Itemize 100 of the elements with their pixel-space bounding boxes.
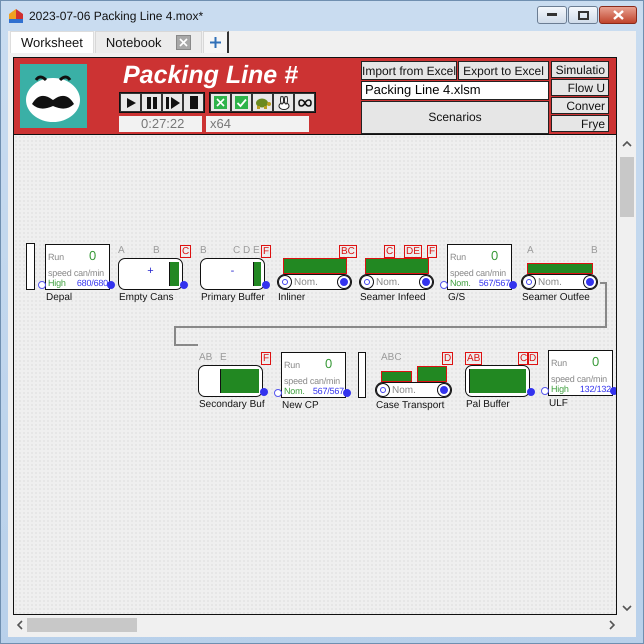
file-field[interactable]: Packing Line 4.xlsm — [361, 81, 549, 100]
count-value: 0 — [592, 354, 599, 369]
machine-panel[interactable]: Run 0 speed can/min Nom. 567/567 — [447, 244, 512, 290]
tag-label: C — [384, 245, 396, 258]
speed-unit-label: speed can/min — [284, 376, 340, 386]
scroll-down-icon[interactable] — [622, 605, 632, 611]
rabbit-button[interactable] — [273, 93, 294, 112]
input-port-icon[interactable] — [274, 389, 282, 397]
buffer-tank[interactable]: - — [200, 258, 265, 290]
conveyor-belt[interactable]: Nom. — [375, 382, 452, 398]
speed-unit-label: speed can/min — [48, 268, 104, 278]
scroll-up-icon[interactable] — [622, 141, 632, 147]
rate-value: 567/567 — [312, 386, 344, 396]
maximize-button[interactable] — [568, 6, 598, 24]
menu-button[interactable]: Simulatio — [551, 61, 609, 78]
conveyor-load — [416, 366, 447, 382]
conveyor-load — [365, 258, 429, 274]
minimize-button[interactable] — [537, 6, 567, 24]
conveyor-belt[interactable]: Nom. — [277, 274, 352, 290]
machine-panel[interactable]: Run 0 speed can/min Nom. 567/567 — [281, 352, 346, 398]
step-button[interactable] — [162, 93, 183, 112]
node-label: ULF — [549, 398, 568, 409]
conveyor-load — [527, 263, 593, 274]
conveyor-belt[interactable]: Nom. — [359, 274, 434, 290]
tab[interactable]: Notebook — [94, 31, 202, 53]
minimize-icon — [547, 13, 557, 17]
rate-value: 132/132 — [580, 384, 611, 394]
tag-label: B — [199, 245, 208, 256]
node-label: Inliner — [278, 292, 306, 303]
output-port-icon[interactable] — [260, 388, 268, 396]
import-button[interactable]: Import from Excel — [361, 61, 458, 80]
stop-button[interactable] — [183, 93, 204, 112]
output-port-icon[interactable] — [509, 281, 517, 289]
close-icon — [612, 10, 624, 20]
menu-button[interactable]: Flow U — [551, 79, 609, 96]
step-icon — [166, 96, 180, 108]
cross-icon — [214, 96, 227, 109]
buffer-tank[interactable] — [198, 365, 263, 397]
roller-icon — [360, 275, 374, 289]
accept-button[interactable] — [231, 93, 252, 112]
conveyor-load — [381, 371, 412, 382]
gate — [358, 352, 366, 398]
output-port-icon[interactable] — [610, 387, 616, 395]
output-port-icon[interactable] — [527, 388, 535, 396]
close-button[interactable] — [599, 6, 637, 24]
export-button[interactable]: Export to Excel — [458, 61, 549, 80]
roller-icon — [278, 275, 292, 289]
tag-label: C — [518, 352, 530, 365]
node-label: G/S — [448, 292, 466, 303]
machine-panel[interactable]: Run 0 speed can/min High 680/680 — [45, 244, 110, 290]
node-label: Secondary Buf — [199, 399, 265, 410]
output-port-icon[interactable] — [180, 281, 188, 289]
count-value: 0 — [88, 248, 96, 263]
roller-icon — [583, 275, 597, 289]
reject-button[interactable] — [210, 93, 231, 112]
turtle-button[interactable] — [252, 93, 273, 112]
roller-icon — [437, 383, 451, 397]
mode-label: Nom. — [450, 278, 471, 288]
output-port-icon[interactable] — [107, 281, 115, 289]
node-label: Seamer Outfee — [522, 292, 590, 303]
mode-label: Nom. — [294, 276, 318, 288]
menu-button[interactable]: Frye — [551, 115, 609, 132]
menu-button[interactable]: Conver — [551, 97, 609, 114]
tag-label: A — [117, 245, 126, 256]
new-tab-button[interactable] — [202, 31, 229, 53]
count-value: 0 — [324, 356, 332, 371]
input-port-icon[interactable] — [38, 281, 46, 289]
conveyor-belt[interactable]: Nom. — [521, 274, 598, 290]
pause-button[interactable] — [141, 93, 162, 112]
tag-label: F — [427, 245, 438, 258]
mode-label: High — [551, 384, 569, 394]
window-title: 2023-07-06 Packing Line 4.mox* — [29, 9, 204, 23]
input-port-icon[interactable] — [440, 281, 448, 289]
speed-unit-label: speed can/min — [551, 374, 607, 384]
close-tab-icon[interactable] — [176, 35, 191, 50]
tag-label: C D E — [232, 245, 261, 256]
input-port-icon[interactable] — [541, 387, 549, 395]
tag-label: AB — [465, 352, 482, 365]
tag-label: E — [219, 352, 228, 363]
roller-icon — [419, 275, 433, 289]
scroll-left-icon[interactable] — [17, 620, 23, 630]
scenarios-button[interactable]: Scenarios — [361, 100, 549, 134]
time-field[interactable]: 0:27:22 — [119, 116, 202, 132]
buffer-tank[interactable]: + — [118, 258, 183, 290]
machine-panel[interactable]: Run 0 speed can/min High 132/132 — [548, 350, 613, 396]
play-button[interactable] — [120, 93, 141, 112]
scroll-right-icon[interactable] — [609, 620, 615, 630]
tab[interactable]: Worksheet — [10, 31, 94, 53]
conveyor-load — [283, 258, 347, 274]
tag-label: B — [152, 245, 161, 256]
node-label: Primary Buffer — [201, 292, 265, 303]
loop-button[interactable] — [294, 93, 315, 112]
status-label: Run — [48, 252, 64, 262]
tag-label: D — [527, 352, 538, 365]
speed-field[interactable]: x64 — [206, 116, 309, 132]
output-port-icon[interactable] — [262, 281, 270, 289]
output-port-icon[interactable] — [343, 389, 351, 397]
scroll-thumb[interactable] — [620, 157, 634, 217]
pause-icon — [146, 96, 158, 108]
scroll-thumb[interactable] — [27, 618, 137, 632]
